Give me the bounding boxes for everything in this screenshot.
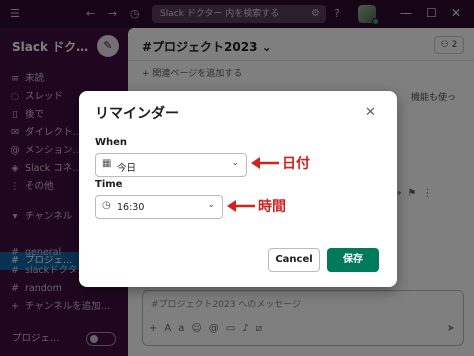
cancel-button[interactable]: Cancel xyxy=(268,248,320,272)
date-value: 今日 xyxy=(117,163,137,174)
chevron-down-icon: ⌄ xyxy=(231,158,239,168)
chevron-down-icon: ⌄ xyxy=(207,200,215,210)
save-button[interactable]: 保存 xyxy=(327,248,379,272)
close-icon[interactable]: ✕ xyxy=(365,105,376,120)
clock-icon: ◷ xyxy=(102,200,111,211)
reminder-dialog: リマインダー ✕ When ▦ 今日 ⌄ Time ◷ 16:30 ⌄ Canc… xyxy=(79,91,397,287)
time-value: 16:30 xyxy=(117,202,145,213)
when-label: When xyxy=(95,137,128,148)
calendar-icon: ▦ xyxy=(102,158,112,169)
date-select[interactable]: ▦ 今日 ⌄ xyxy=(95,153,247,177)
time-label: Time xyxy=(95,179,123,190)
time-select[interactable]: ◷ 16:30 ⌄ xyxy=(95,195,223,219)
annotation-arrow-icon xyxy=(227,200,255,212)
dialog-title: リマインダー xyxy=(95,106,179,122)
annotation-time: 時間 xyxy=(258,199,286,215)
annotation-arrow-icon xyxy=(251,157,279,169)
annotation-date: 日付 xyxy=(282,156,310,172)
